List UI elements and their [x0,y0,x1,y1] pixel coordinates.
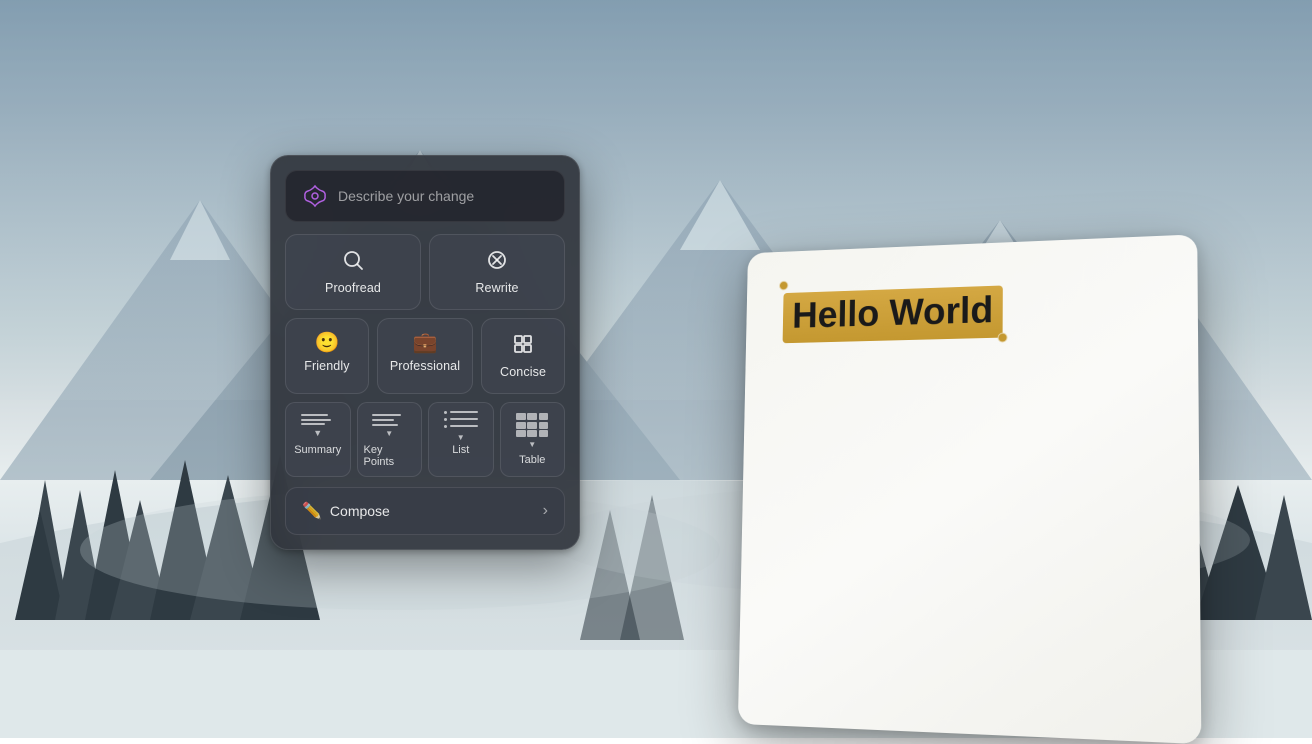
rewrite-label: Rewrite [475,281,518,295]
summary-icon: ▼ [301,413,335,439]
compose-left: ✏️ Compose [302,501,390,521]
selection-handle-tl[interactable] [779,281,788,291]
key-points-icon: ▼ [372,413,406,439]
pencil-icon: ✏️ [302,501,322,521]
writing-panel: Hello World [738,234,1201,744]
proofread-label: Proofread [325,281,381,295]
table-label: Table [519,454,545,466]
proofread-button[interactable]: Proofread [285,234,421,310]
compose-label: Compose [330,503,390,519]
key-points-label: Key Points [364,444,416,468]
list-label: List [452,444,469,456]
ai-panel: Describe your change Proofread Rewrite [270,155,580,550]
friendly-icon: 🙂 [314,333,339,353]
compose-button[interactable]: ✏️ Compose › [285,487,565,535]
summary-label: Summary [294,444,341,456]
selection-handle-br[interactable] [998,333,1008,343]
concise-icon [512,333,534,359]
search-placeholder: Describe your change [338,188,548,204]
proofread-icon [342,249,364,275]
document-content: Hello World [745,234,1198,378]
concise-button[interactable]: Concise [481,318,565,394]
list-button[interactable]: ▼ List [428,402,494,477]
table-button[interactable]: ▼ Table [500,402,566,477]
rewrite-icon [486,249,508,275]
top-buttons-row: Proofread Rewrite [285,234,565,310]
hello-world-text: Hello World [783,285,1004,343]
professional-button[interactable]: 💼 Professional [377,318,473,394]
chevron-right-icon: › [543,502,548,520]
professional-icon: 💼 [413,333,438,353]
table-icon: ▼ [516,413,548,449]
list-icon: ▼ [444,413,478,439]
ai-search-bar[interactable]: Describe your change [285,170,565,222]
format-buttons-row: ▼ Summary ▼ Key Points ▼ List [285,402,565,477]
professional-label: Professional [390,359,460,373]
rewrite-button[interactable]: Rewrite [429,234,565,310]
ai-brand-icon [302,183,328,209]
concise-label: Concise [500,365,546,379]
summary-button[interactable]: ▼ Summary [285,402,351,477]
friendly-button[interactable]: 🙂 Friendly [285,318,369,394]
friendly-label: Friendly [304,359,349,373]
key-points-button[interactable]: ▼ Key Points [357,402,423,477]
tone-buttons-row: 🙂 Friendly 💼 Professional Concise [285,318,565,394]
